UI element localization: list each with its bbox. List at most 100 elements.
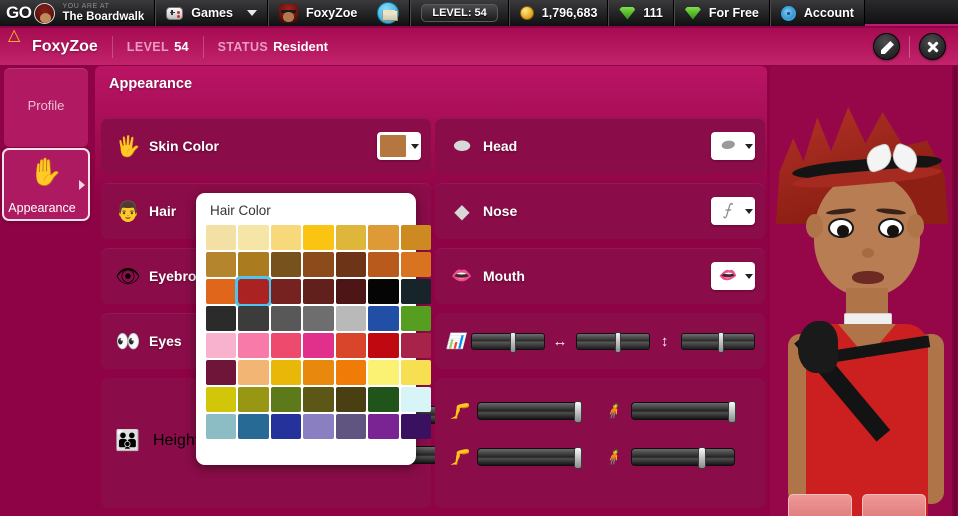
color-swatch[interactable] [238, 225, 269, 250]
color-swatch[interactable] [270, 414, 302, 439]
color-swatch[interactable] [270, 360, 302, 385]
color-swatch[interactable] [335, 225, 367, 250]
color-swatch[interactable] [206, 252, 237, 277]
color-swatch[interactable] [270, 306, 302, 331]
head-picker-button[interactable]: ⬬ [711, 132, 755, 160]
color-swatch[interactable] [270, 333, 302, 358]
color-swatch[interactable] [238, 360, 269, 385]
nav-gems[interactable]: 111 [608, 0, 674, 26]
nav-account[interactable]: Account [769, 0, 865, 26]
color-swatch[interactable] [270, 225, 302, 250]
color-swatch[interactable] [303, 360, 334, 385]
vertical-scrollbar[interactable] [952, 66, 957, 516]
option-row-nose[interactable]: ◆ Nose ⨍ [435, 183, 765, 239]
footer-button-2[interactable] [862, 494, 926, 516]
color-swatch[interactable] [400, 333, 432, 358]
color-swatch[interactable] [303, 225, 334, 250]
color-swatch[interactable] [238, 252, 269, 277]
nav-user-profile[interactable]: FoxyZoe [267, 0, 411, 26]
color-swatch[interactable] [400, 306, 432, 331]
color-swatch[interactable] [270, 387, 302, 412]
slider-knob[interactable] [510, 331, 517, 353]
color-swatch-grid[interactable] [196, 225, 432, 439]
color-swatch[interactable] [238, 306, 269, 331]
body-slider-short[interactable]: 🧍 [603, 447, 735, 469]
body-slider-leg-upper[interactable]: 🦵 [449, 401, 582, 423]
color-swatch[interactable] [206, 333, 237, 358]
color-swatch[interactable] [400, 252, 432, 277]
color-swatch[interactable] [206, 279, 237, 304]
slider-track[interactable] [631, 401, 736, 423]
color-swatch[interactable] [368, 279, 399, 304]
color-swatch[interactable] [335, 387, 367, 412]
slider-knob[interactable] [574, 447, 582, 469]
slider-track[interactable] [477, 447, 582, 469]
color-swatch[interactable] [335, 333, 367, 358]
envelope-icon[interactable] [377, 2, 400, 24]
color-swatch[interactable] [206, 306, 237, 331]
color-swatch[interactable] [206, 360, 237, 385]
close-icon[interactable] [919, 33, 946, 60]
color-swatch[interactable] [303, 414, 334, 439]
hair-color-popup[interactable]: Hair Color [196, 193, 432, 465]
slider-track[interactable] [471, 331, 546, 353]
nose-picker-button[interactable]: ⨍ [711, 197, 755, 225]
color-swatch[interactable] [206, 387, 237, 412]
color-swatch[interactable] [206, 225, 237, 250]
chevron-down-icon[interactable] [246, 10, 257, 16]
color-swatch[interactable] [303, 306, 334, 331]
slider-track[interactable] [680, 331, 755, 353]
color-swatch[interactable] [335, 306, 367, 331]
face-slider-height[interactable]: ↕ [655, 331, 755, 353]
body-slider-leg-lower[interactable]: 🦵 [449, 447, 582, 469]
color-swatch[interactable] [400, 360, 432, 385]
slider-knob[interactable] [728, 401, 736, 423]
color-swatch[interactable] [270, 252, 302, 277]
color-swatch[interactable] [335, 414, 367, 439]
color-swatch[interactable] [400, 387, 432, 412]
color-swatch[interactable] [400, 225, 432, 250]
mouth-picker-button[interactable]: 👄 [711, 262, 755, 290]
sidebar-item-appearance[interactable]: ✋ Appearance [2, 148, 90, 221]
color-swatch[interactable] [303, 333, 334, 358]
color-swatch[interactable] [400, 414, 432, 439]
color-swatch[interactable] [303, 387, 334, 412]
color-swatch[interactable] [335, 360, 367, 385]
skin-color-swatch-button[interactable] [377, 132, 421, 160]
color-swatch[interactable] [400, 279, 432, 304]
color-swatch[interactable] [368, 252, 399, 277]
color-swatch[interactable] [303, 279, 334, 304]
nav-for-free[interactable]: For Free [673, 0, 770, 26]
nav-level[interactable]: LEVEL: 54 [410, 0, 509, 26]
color-swatch[interactable] [368, 387, 399, 412]
color-swatch[interactable] [206, 414, 237, 439]
color-swatch[interactable] [270, 279, 302, 304]
color-swatch[interactable] [238, 333, 269, 358]
color-swatch[interactable] [368, 225, 399, 250]
edit-pencil-icon[interactable] [873, 33, 900, 60]
slider-track[interactable] [631, 447, 735, 469]
footer-button-1[interactable] [788, 494, 852, 516]
nav-go-location[interactable]: GO YOU ARE AT The Boardwalk [0, 0, 156, 26]
color-swatch[interactable] [238, 414, 269, 439]
slider-track[interactable] [575, 331, 650, 353]
nav-coins[interactable]: 1,796,683 [508, 0, 609, 26]
slider-knob[interactable] [717, 331, 724, 353]
sidebar-item-profile[interactable]: Profile [4, 68, 88, 147]
color-swatch[interactable] [335, 252, 367, 277]
color-swatch[interactable] [238, 279, 269, 304]
face-slider-width[interactable]: ↔ [550, 331, 650, 353]
avatar-preview[interactable] [770, 66, 954, 516]
color-swatch[interactable] [368, 333, 399, 358]
slider-knob[interactable] [574, 401, 582, 423]
color-swatch[interactable] [335, 279, 367, 304]
option-row-head[interactable]: ⬬ Head ⬬ [435, 118, 765, 174]
slider-knob[interactable] [614, 331, 621, 353]
option-row-skin-color[interactable]: 🖐 Skin Color [101, 118, 431, 174]
color-swatch[interactable] [368, 414, 399, 439]
body-slider-tall[interactable]: 🧍 [603, 401, 736, 423]
nav-games-menu[interactable]: Games [155, 0, 268, 26]
option-row-mouth[interactable]: 👄 Mouth 👄 [435, 248, 765, 304]
slider-knob[interactable] [698, 447, 706, 469]
color-swatch[interactable] [368, 306, 399, 331]
